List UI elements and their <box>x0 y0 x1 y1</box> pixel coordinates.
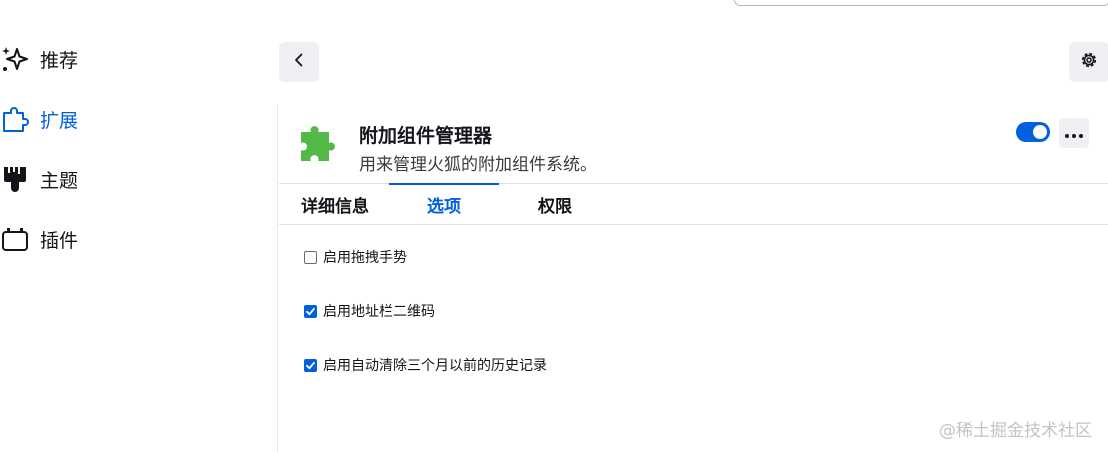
toggle-knob <box>1033 125 1047 139</box>
sidebar-item-label: 插件 <box>40 229 79 252</box>
sidebar-item-recommendations[interactable]: 推荐 <box>0 39 240 79</box>
sidebar-item-plugins[interactable]: 插件 <box>0 219 240 259</box>
more-options-button[interactable] <box>1059 118 1089 148</box>
back-button[interactable] <box>279 42 319 82</box>
option-label: 启用自动清除三个月以前的历史记录 <box>323 358 547 374</box>
paintbrush-icon <box>0 164 30 194</box>
checkmark-icon <box>306 361 315 369</box>
addon-icon <box>298 123 338 167</box>
option-auto-clear-history[interactable]: 启用自动清除三个月以前的历史记录 <box>304 355 547 375</box>
sidebar-item-extensions[interactable]: 扩展 <box>0 99 240 139</box>
option-address-bar-qrcode[interactable]: 启用地址栏二维码 <box>304 301 435 321</box>
tab-permissions[interactable]: 权限 <box>520 192 590 222</box>
search-box[interactable] <box>734 0 1108 6</box>
sidebar-item-label: 推荐 <box>40 49 79 72</box>
gear-icon <box>1079 50 1099 74</box>
checkmark-icon <box>306 307 315 315</box>
tab-options[interactable]: 选项 <box>389 192 499 222</box>
option-drag-gestures[interactable]: 启用拖拽手势 <box>304 247 407 267</box>
sparkle-icon <box>0 44 30 74</box>
option-label: 启用地址栏二维码 <box>323 304 435 320</box>
chevron-left-icon <box>291 52 307 72</box>
addon-description: 用来管理火狐的附加组件系统。 <box>359 155 597 175</box>
option-label: 启用拖拽手势 <box>323 250 407 266</box>
checkbox-drag-gestures[interactable] <box>304 250 317 264</box>
puzzle-icon <box>0 104 30 134</box>
active-tab-indicator <box>389 183 499 185</box>
addon-enable-toggle[interactable] <box>1016 122 1050 142</box>
checkbox-address-bar-qrcode[interactable] <box>304 304 317 318</box>
tabs-bottom-border <box>279 224 1108 225</box>
sidebar-item-label: 主题 <box>40 169 79 192</box>
addon-title: 附加组件管理器 <box>359 125 493 147</box>
more-icon <box>1064 124 1084 143</box>
plugin-icon <box>0 224 30 254</box>
sidebar-item-label: 扩展 <box>40 109 79 132</box>
settings-button[interactable] <box>1069 42 1108 82</box>
content-divider <box>277 104 278 452</box>
sidebar-item-themes[interactable]: 主题 <box>0 159 240 199</box>
watermark: @稀土掘金技术社区 <box>939 421 1092 441</box>
checkbox-auto-clear-history[interactable] <box>304 358 317 372</box>
tab-details[interactable]: 详细信息 <box>290 192 380 222</box>
